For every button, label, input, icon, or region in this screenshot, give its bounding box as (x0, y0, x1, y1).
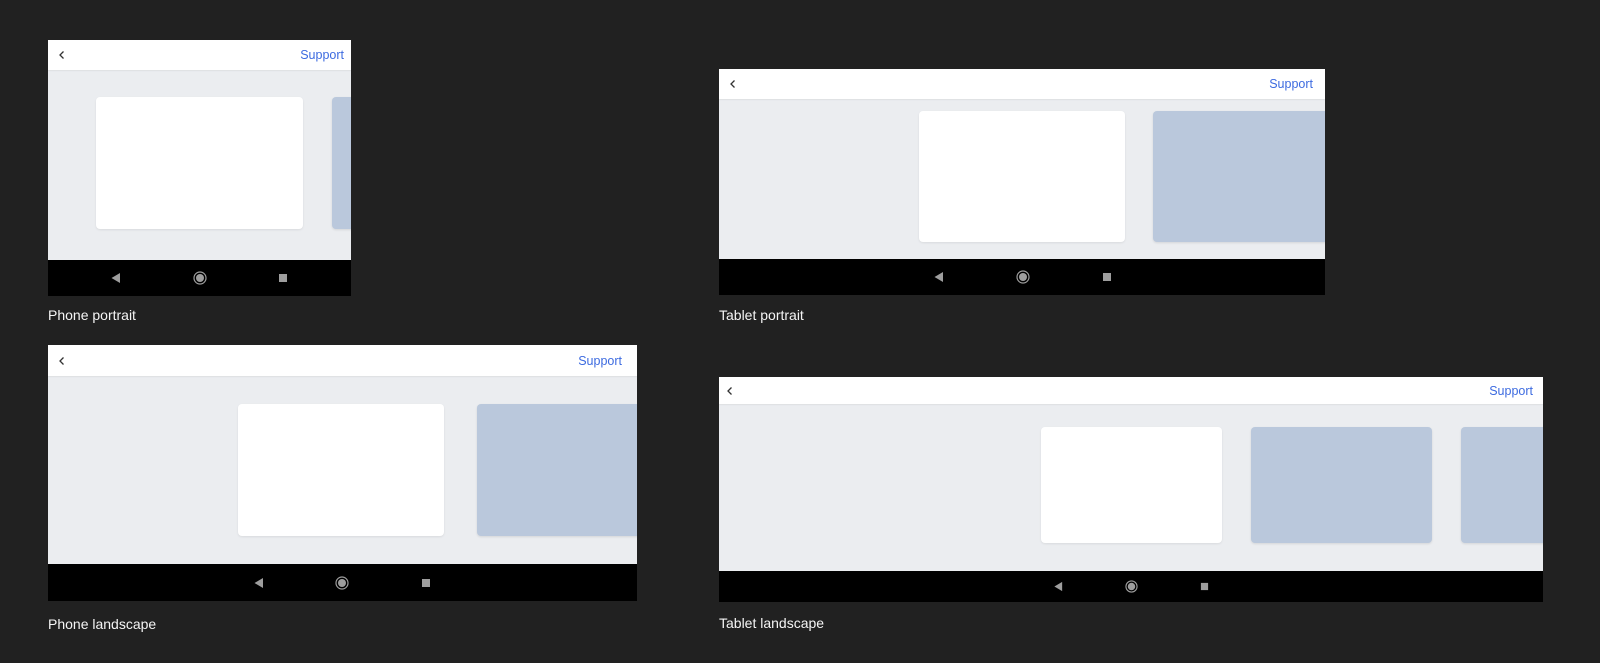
back-triangle-icon (111, 273, 120, 283)
card-white[interactable] (238, 404, 444, 536)
nav-home-button[interactable] (1011, 259, 1035, 295)
system-nav-bar (48, 564, 637, 601)
caption-tablet-portrait: Tablet portrait (719, 307, 804, 323)
app-bar: Support (48, 345, 637, 376)
card-white[interactable] (1041, 427, 1222, 543)
nav-home-button[interactable] (1119, 571, 1143, 602)
app-bar: Support (48, 40, 351, 70)
card-blue[interactable] (1251, 427, 1432, 543)
caption-phone-portrait: Phone portrait (48, 307, 136, 323)
system-nav-bar (719, 571, 1543, 602)
card-blue-partial[interactable] (1153, 111, 1325, 242)
home-circle-icon (193, 271, 207, 285)
card-blue-partial[interactable] (477, 404, 637, 536)
card-blue-partial[interactable] (332, 97, 351, 229)
app-bar: Support (719, 377, 1543, 404)
chevron-left-icon (727, 386, 732, 395)
back-triangle-icon (254, 577, 263, 588)
tablet-portrait-screen: Support (719, 69, 1325, 295)
system-nav-bar (719, 259, 1325, 295)
caption-phone-landscape: Phone landscape (48, 616, 157, 632)
card-white[interactable] (919, 111, 1125, 242)
content-area (48, 376, 637, 565)
recents-square-icon (279, 274, 287, 282)
back-button[interactable] (719, 69, 747, 99)
content-area (719, 404, 1543, 571)
nav-recents-button[interactable] (271, 260, 295, 296)
nav-back-button[interactable] (1046, 571, 1070, 602)
tablet-landscape-screen: Support (719, 377, 1543, 602)
chevron-left-icon (59, 51, 64, 59)
home-circle-icon (1016, 270, 1030, 284)
chevron-left-icon (730, 80, 735, 88)
card-blue-partial[interactable] (1461, 427, 1543, 543)
back-button[interactable] (48, 40, 76, 70)
nav-recents-button[interactable] (414, 564, 438, 601)
nav-home-button[interactable] (330, 564, 354, 601)
support-link[interactable]: Support (578, 345, 622, 376)
caption-tablet-landscape: Tablet landscape (719, 615, 825, 631)
nav-back-button[interactable] (247, 564, 271, 601)
app-bar: Support (719, 69, 1325, 99)
home-circle-icon (1124, 580, 1138, 593)
nav-recents-button[interactable] (1095, 259, 1119, 295)
card-white[interactable] (96, 97, 303, 229)
chevron-left-icon (59, 356, 64, 365)
recents-square-icon (1200, 582, 1208, 591)
support-link[interactable]: Support (1489, 377, 1533, 404)
support-link[interactable]: Support (300, 40, 344, 70)
back-triangle-icon (1053, 581, 1062, 592)
content-area (48, 70, 351, 260)
back-button[interactable] (48, 345, 76, 376)
content-area (719, 99, 1325, 259)
back-button[interactable] (719, 377, 741, 404)
nav-recents-button[interactable] (1192, 571, 1216, 602)
nav-home-button[interactable] (188, 260, 212, 296)
home-circle-icon (335, 575, 349, 590)
phone-portrait-screen: Support (48, 40, 351, 296)
phone-landscape-screen: Support (48, 345, 637, 601)
support-link[interactable]: Support (1269, 69, 1313, 99)
back-triangle-icon (934, 272, 943, 282)
nav-back-button[interactable] (927, 259, 951, 295)
recents-square-icon (422, 578, 430, 587)
system-nav-bar (48, 260, 351, 296)
nav-back-button[interactable] (104, 260, 128, 296)
recents-square-icon (1103, 273, 1111, 281)
